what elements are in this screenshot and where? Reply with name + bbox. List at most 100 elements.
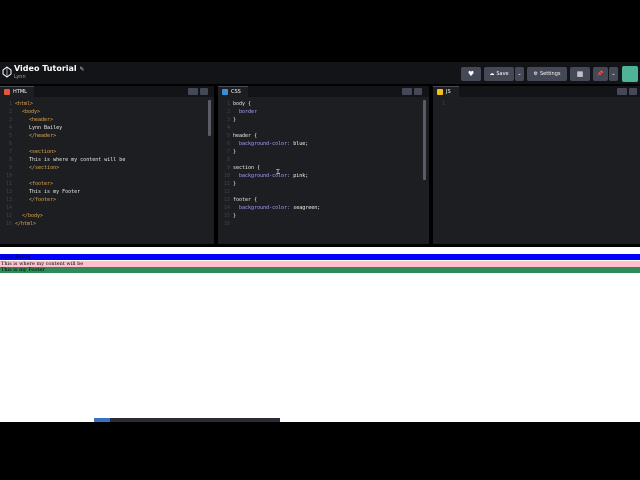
html-editor-panel[interactable]: HTML 1 <html> 2 <body> 3 <header> 4 Lynn Bailey…: [0, 86, 214, 244]
code-line[interactable]: 1 <html>: [0, 100, 214, 108]
css-code-area[interactable]: 1 body {2 border 3} 4 5 header {6 background-…: [218, 100, 429, 228]
result-preview[interactable]: Lynn Bailey This is where my content wil…: [0, 247, 640, 422]
tab-js[interactable]: JS: [433, 86, 459, 97]
editor-settings-button[interactable]: [188, 88, 198, 95]
code-line[interactable]: 9 section {: [218, 164, 429, 172]
heart-icon: ♥: [467, 70, 475, 78]
line-number: 4: [8, 125, 12, 131]
code-line[interactable]: 14 background-color: seagreen;: [218, 204, 429, 212]
js-badge-icon: [437, 89, 443, 95]
code-line[interactable]: 12 This is my Footer: [0, 188, 214, 196]
code-line[interactable]: 13 </footer>: [0, 196, 214, 204]
js-code-area[interactable]: 1: [433, 100, 640, 108]
code-line[interactable]: 16: [218, 220, 429, 228]
css-badge-icon: [222, 89, 228, 95]
code-line[interactable]: 2 <body>: [0, 108, 214, 116]
editor-scrollbar[interactable]: [423, 100, 426, 180]
line-number: 12: [223, 189, 230, 195]
code-line[interactable]: 2 border: [218, 108, 429, 116]
code-line[interactable]: 1 body {: [218, 100, 429, 108]
pen-owner[interactable]: Lynn: [14, 74, 26, 80]
line-number: 8: [8, 157, 12, 163]
code-line[interactable]: 3 <header>: [0, 116, 214, 124]
video-progress-bar[interactable]: [94, 418, 280, 422]
css-editor-panel[interactable]: CSS 1 body {2 border 3} 4 5 header {6 backgro…: [218, 86, 429, 244]
code-line[interactable]: 5 </header>: [0, 132, 214, 140]
line-number: 6: [226, 141, 230, 147]
editor-scrollbar[interactable]: [208, 100, 211, 136]
codepen-logo-icon[interactable]: [2, 66, 12, 78]
code-token: border: [233, 109, 258, 115]
chevron-down-icon: ⌄: [517, 71, 522, 77]
line-number: 8: [226, 157, 230, 163]
line-number: 12: [5, 189, 12, 195]
preview-header: Lynn Bailey: [0, 254, 640, 260]
line-number: 13: [223, 197, 230, 203]
editor-collapse-button[interactable]: [414, 88, 422, 95]
code-line[interactable]: 16 </html>: [0, 220, 214, 228]
editor-settings-button[interactable]: [402, 88, 412, 95]
code-text: <section>: [29, 149, 57, 155]
grid-icon: ▦: [576, 70, 584, 78]
line-number: 6: [8, 141, 12, 147]
line-number: 11: [223, 181, 230, 187]
code-line[interactable]: 6 background-color: blue;: [218, 140, 429, 148]
code-token: header {: [233, 133, 258, 139]
text-cursor-icon: Ɪ: [276, 168, 280, 176]
code-line[interactable]: 10: [0, 172, 214, 180]
code-token: }: [233, 149, 237, 155]
code-line[interactable]: 5 header {: [218, 132, 429, 140]
editor-settings-button[interactable]: [617, 88, 627, 95]
tab-css[interactable]: CSS: [218, 86, 248, 97]
code-token: seagreen;: [293, 205, 321, 211]
code-line[interactable]: 7 <section>: [0, 148, 214, 156]
line-number: 7: [226, 149, 230, 155]
html-code-area[interactable]: 1 <html> 2 <body> 3 <header> 4 Lynn Bailey 5 </he…: [0, 100, 214, 228]
code-line[interactable]: 11 <footer>: [0, 180, 214, 188]
line-number: 3: [226, 117, 230, 123]
pin-button[interactable]: 📌: [593, 67, 608, 81]
line-number: 13: [5, 197, 12, 203]
code-line[interactable]: 7}: [218, 148, 429, 156]
cloud-icon: ☁: [489, 71, 495, 77]
love-button[interactable]: ♥: [461, 67, 481, 81]
code-text: Lynn Bailey: [29, 125, 63, 131]
code-line[interactable]: 9 </section>: [0, 164, 214, 172]
code-line[interactable]: 1: [433, 100, 640, 108]
settings-button[interactable]: ⚙ Settings: [527, 67, 567, 81]
editor-collapse-button[interactable]: [200, 88, 208, 95]
pin-dropdown-button[interactable]: ⌄: [609, 67, 618, 81]
code-line[interactable]: 4: [218, 124, 429, 132]
pen-title[interactable]: Video Tutorial ✎: [14, 64, 84, 73]
code-line[interactable]: 15 </body>: [0, 212, 214, 220]
code-line[interactable]: 15}: [218, 212, 429, 220]
line-number: 15: [223, 213, 230, 219]
html-badge-icon: [4, 89, 10, 95]
save-button[interactable]: ☁ Save: [484, 67, 514, 81]
code-line[interactable]: 14: [0, 204, 214, 212]
code-line[interactable]: 12: [218, 188, 429, 196]
editor-collapse-button[interactable]: [629, 88, 637, 95]
code-text: This is where my content will be: [29, 157, 126, 163]
code-line[interactable]: 11}: [218, 180, 429, 188]
js-editor-panel[interactable]: JS 1: [433, 86, 640, 244]
code-token: }: [233, 181, 237, 187]
code-line[interactable]: 10 background-color: pink;: [218, 172, 429, 180]
layout-button[interactable]: ▦: [570, 67, 590, 81]
code-line[interactable]: 3}: [218, 116, 429, 124]
tab-html[interactable]: HTML: [0, 86, 34, 97]
code-line[interactable]: 4 Lynn Bailey: [0, 124, 214, 132]
code-line[interactable]: 8 This is where my content will be: [0, 156, 214, 164]
code-line[interactable]: 6: [0, 140, 214, 148]
code-line[interactable]: 8: [218, 156, 429, 164]
pin-icon: 📌: [597, 71, 604, 77]
line-number: 5: [226, 133, 230, 139]
line-number: 10: [223, 173, 230, 179]
line-number: 1: [441, 101, 445, 107]
line-number: 9: [8, 165, 12, 171]
edit-pencil-icon[interactable]: ✎: [79, 66, 84, 73]
code-line[interactable]: 13 footer {: [218, 196, 429, 204]
video-progress-fill: [94, 418, 110, 422]
avatar[interactable]: [622, 66, 638, 82]
save-dropdown-button[interactable]: ⌄: [515, 67, 524, 81]
